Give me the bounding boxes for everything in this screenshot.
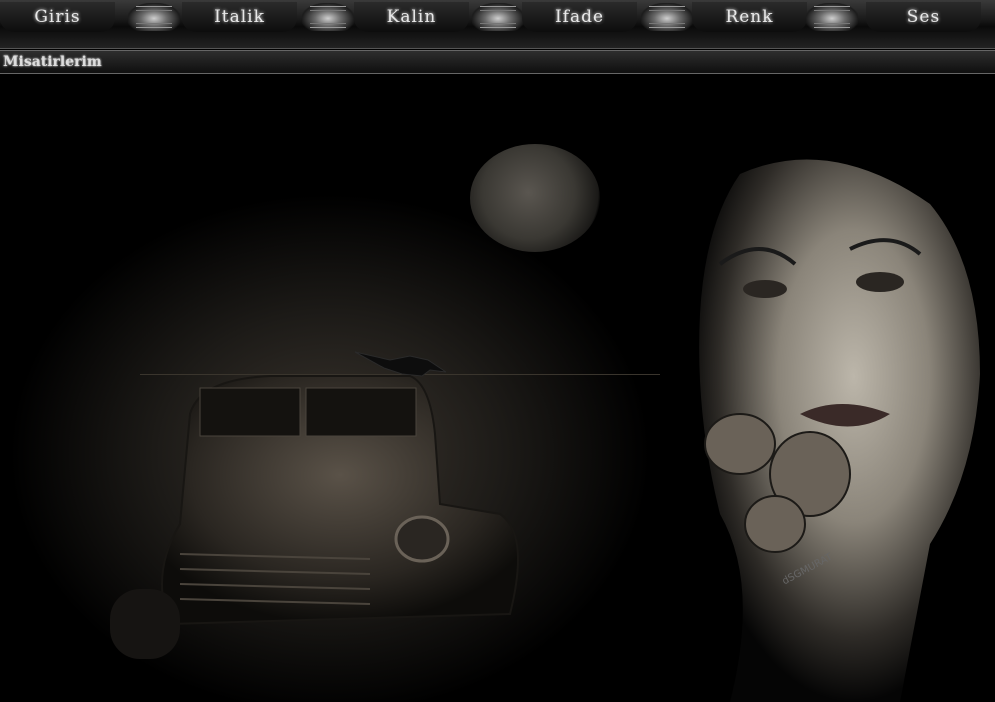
menu-separator-icon xyxy=(302,3,354,31)
nav-item-renk[interactable]: Renk xyxy=(692,2,807,32)
nav-item-giris[interactable]: Giris xyxy=(0,2,115,32)
moon-image xyxy=(470,144,600,252)
woman-portrait-image xyxy=(699,159,980,702)
nav-item-label: Ifade xyxy=(554,7,605,27)
page-title: Misatirlerim xyxy=(3,54,102,70)
nav-item-kalin[interactable]: Kalin xyxy=(354,2,469,32)
nav-item-ifade[interactable]: Ifade xyxy=(522,2,637,32)
menu-separator-icon xyxy=(472,3,524,31)
nav-item-label: Kalin xyxy=(386,7,437,27)
background-artwork: dSGMURAT xyxy=(0,74,995,702)
nav-item-italik[interactable]: Italik xyxy=(182,2,297,32)
menu-separator-icon xyxy=(128,3,180,31)
nav-item-label: Giris xyxy=(34,7,81,27)
menu-separator-icon xyxy=(806,3,858,31)
section-title-bar: Misatirlerim xyxy=(0,50,995,74)
menu-separator-icon xyxy=(641,3,693,31)
nav-item-label: Italik xyxy=(214,7,265,27)
top-menu-bar: Giris Italik Kalin Ifade Renk Ses xyxy=(0,0,995,49)
nav-item-label: Ses xyxy=(906,7,941,27)
nav-item-ses[interactable]: Ses xyxy=(866,2,981,32)
vintage-car-image xyxy=(110,375,519,659)
nav-item-label: Renk xyxy=(725,7,774,27)
